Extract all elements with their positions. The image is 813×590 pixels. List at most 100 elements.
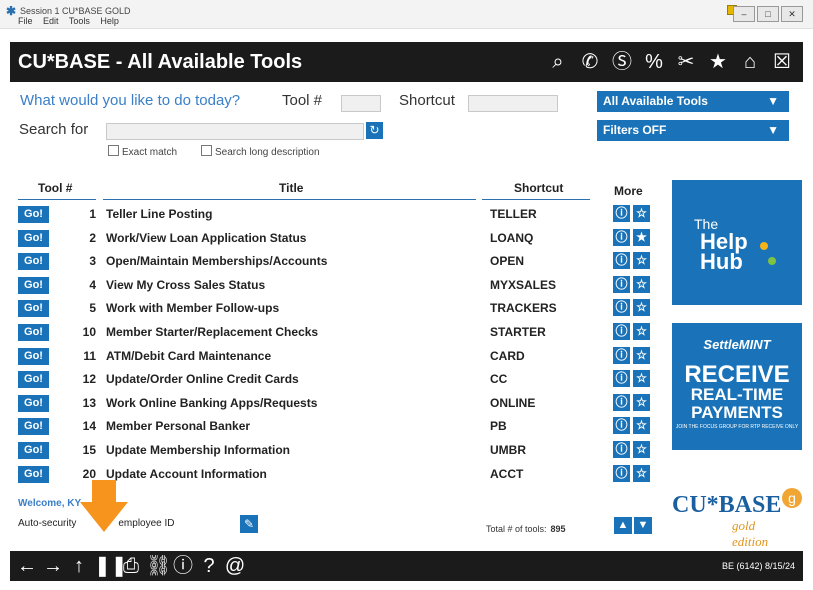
menu-help[interactable]: Help xyxy=(100,16,119,26)
pencil-icon[interactable]: ✎ xyxy=(240,515,258,533)
tools-icon[interactable]: ✂ xyxy=(673,48,699,76)
column-header-shortcut[interactable]: Shortcut xyxy=(514,181,563,195)
exact-match-checkbox[interactable]: Exact match xyxy=(108,145,177,158)
info-icon[interactable]: ⓘ xyxy=(613,205,630,222)
column-header-title[interactable]: Title xyxy=(279,181,303,195)
window-close-button[interactable]: ✕ xyxy=(781,6,803,22)
tool-title[interactable]: Update Membership Information xyxy=(106,443,290,457)
back-icon[interactable]: ← xyxy=(16,553,38,579)
tools-dropdown[interactable]: All Available Tools ▼ xyxy=(597,91,789,112)
tool-title[interactable]: Member Personal Banker xyxy=(106,419,250,433)
logo-main: CU*BASE xyxy=(672,492,782,518)
go-button[interactable]: Go! xyxy=(18,347,49,365)
go-button[interactable]: Go! xyxy=(18,229,49,247)
go-button[interactable]: Go! xyxy=(18,442,49,459)
home-icon[interactable]: ⌂ xyxy=(737,48,763,76)
filters-dropdown[interactable]: Filters OFF ▼ xyxy=(597,120,789,141)
link-icon[interactable]: ⛓ xyxy=(146,553,171,579)
go-button[interactable]: Go! xyxy=(18,300,49,318)
tool-shortcut: UMBR xyxy=(490,443,526,457)
info-icon[interactable]: ⓘ xyxy=(613,417,630,435)
up-icon[interactable]: ↑ xyxy=(68,553,90,579)
go-button[interactable]: Go! xyxy=(18,206,49,223)
info-icon[interactable]: ⓘ xyxy=(613,275,630,293)
go-button[interactable]: Go! xyxy=(18,276,49,294)
percent-icon[interactable]: % xyxy=(641,48,667,76)
tool-shortcut: LOANQ xyxy=(490,230,534,245)
pause-icon[interactable]: ❚❚ xyxy=(94,553,128,579)
help-hub-banner[interactable]: The Help Hub xyxy=(672,180,802,305)
info-icon[interactable]: ⓘ xyxy=(613,370,630,388)
tool-shortcut: TRACKERS xyxy=(490,301,557,316)
close-icon[interactable]: ☒ xyxy=(769,48,795,76)
go-button[interactable]: Go! xyxy=(18,394,49,412)
menu-file[interactable]: File xyxy=(18,16,33,26)
info-icon[interactable]: ⓘ xyxy=(613,464,630,482)
chevron-down-icon: ▼ xyxy=(767,123,779,137)
star-icon[interactable]: ☆ xyxy=(633,205,650,222)
shortcut-input[interactable] xyxy=(468,95,558,112)
menu-edit[interactable]: Edit xyxy=(43,16,59,26)
maximize-button[interactable]: □ xyxy=(757,6,779,22)
star-icon[interactable]: ☆ xyxy=(633,299,650,317)
tool-title[interactable]: Member Starter/Replacement Checks xyxy=(106,325,318,339)
table-row: Go! 14 Member Personal Banker PB ⓘ ☆ xyxy=(18,417,658,437)
forward-icon[interactable]: → xyxy=(42,553,64,579)
search-input[interactable] xyxy=(106,123,364,140)
at-icon[interactable]: @ xyxy=(224,553,246,579)
search-icon[interactable]: ⌕ xyxy=(545,48,571,76)
decorative-dot xyxy=(760,242,768,250)
menu-bar: File Edit Tools Help xyxy=(18,16,127,26)
settlemint-banner[interactable]: SettleMINT RECEIVE REAL-TIME PAYMENTS JO… xyxy=(672,323,802,450)
minimize-button[interactable]: – xyxy=(733,6,755,22)
info-icon[interactable]: ⓘ xyxy=(613,252,630,270)
refresh-icon[interactable]: ↻ xyxy=(366,122,383,139)
go-button[interactable]: Go! xyxy=(18,371,49,389)
go-button[interactable]: Go! xyxy=(18,465,49,483)
info-icon[interactable]: ⓘ xyxy=(613,323,630,340)
info-icon[interactable]: ⓘ xyxy=(613,228,630,246)
tool-title[interactable]: Teller Line Posting xyxy=(106,207,212,221)
tool-title[interactable]: Work Online Banking Apps/Requests xyxy=(106,396,317,410)
info-icon[interactable]: ⓘ xyxy=(613,299,630,317)
info-icon[interactable]: ⓘ xyxy=(172,553,194,579)
info-icon[interactable]: ⓘ xyxy=(613,393,630,411)
tool-title[interactable]: Work with Member Follow-ups xyxy=(106,301,279,315)
star-icon[interactable]: ☆ xyxy=(633,370,650,388)
star-icon[interactable]: ★ xyxy=(633,228,650,246)
tool-title[interactable]: View My Cross Sales Status xyxy=(106,278,265,292)
go-button[interactable]: Go! xyxy=(18,253,49,271)
tool-title[interactable]: Open/Maintain Memberships/Accounts xyxy=(106,254,327,268)
tool-title[interactable]: ATM/Debit Card Maintenance xyxy=(106,349,271,363)
scroll-up-button[interactable]: ▲ xyxy=(614,517,632,534)
go-button[interactable]: Go! xyxy=(18,418,49,436)
search-long-label: Search long description xyxy=(215,147,320,158)
tool-title[interactable]: Update Account Information xyxy=(106,467,267,481)
tool-number: 15 xyxy=(82,443,96,457)
search-long-checkbox[interactable]: Search long description xyxy=(201,145,320,158)
star-icon[interactable]: ☆ xyxy=(633,393,650,411)
tool-title[interactable]: Work/View Loan Application Status xyxy=(106,231,306,245)
star-icon[interactable]: ☆ xyxy=(633,346,650,364)
column-header-tool[interactable]: Tool # xyxy=(38,181,72,195)
info-icon[interactable]: ⓘ xyxy=(613,346,630,364)
dollar-icon[interactable]: Ⓢ xyxy=(609,48,635,76)
info-icon[interactable]: ⓘ xyxy=(613,441,630,458)
tool-number: 20 xyxy=(82,466,96,481)
star-icon[interactable]: ☆ xyxy=(633,323,650,340)
phone-icon[interactable]: ✆ xyxy=(577,48,603,76)
tool-title[interactable]: Update/Order Online Credit Cards xyxy=(106,372,299,386)
menu-tools[interactable]: Tools xyxy=(69,16,90,26)
star-icon[interactable]: ☆ xyxy=(633,441,650,458)
tool-number-input[interactable] xyxy=(341,95,381,112)
print-icon[interactable]: ⎙ xyxy=(120,553,142,579)
question-icon[interactable]: ? xyxy=(198,553,220,579)
star-icon[interactable]: ☆ xyxy=(633,417,650,435)
star-icon[interactable]: ☆ xyxy=(633,275,650,293)
star-icon[interactable]: ★ xyxy=(705,48,731,76)
column-header-more: More xyxy=(614,184,643,198)
star-icon[interactable]: ☆ xyxy=(633,252,650,270)
star-icon[interactable]: ☆ xyxy=(633,464,650,482)
go-button[interactable]: Go! xyxy=(18,324,49,341)
scroll-down-button[interactable]: ▼ xyxy=(634,517,652,534)
